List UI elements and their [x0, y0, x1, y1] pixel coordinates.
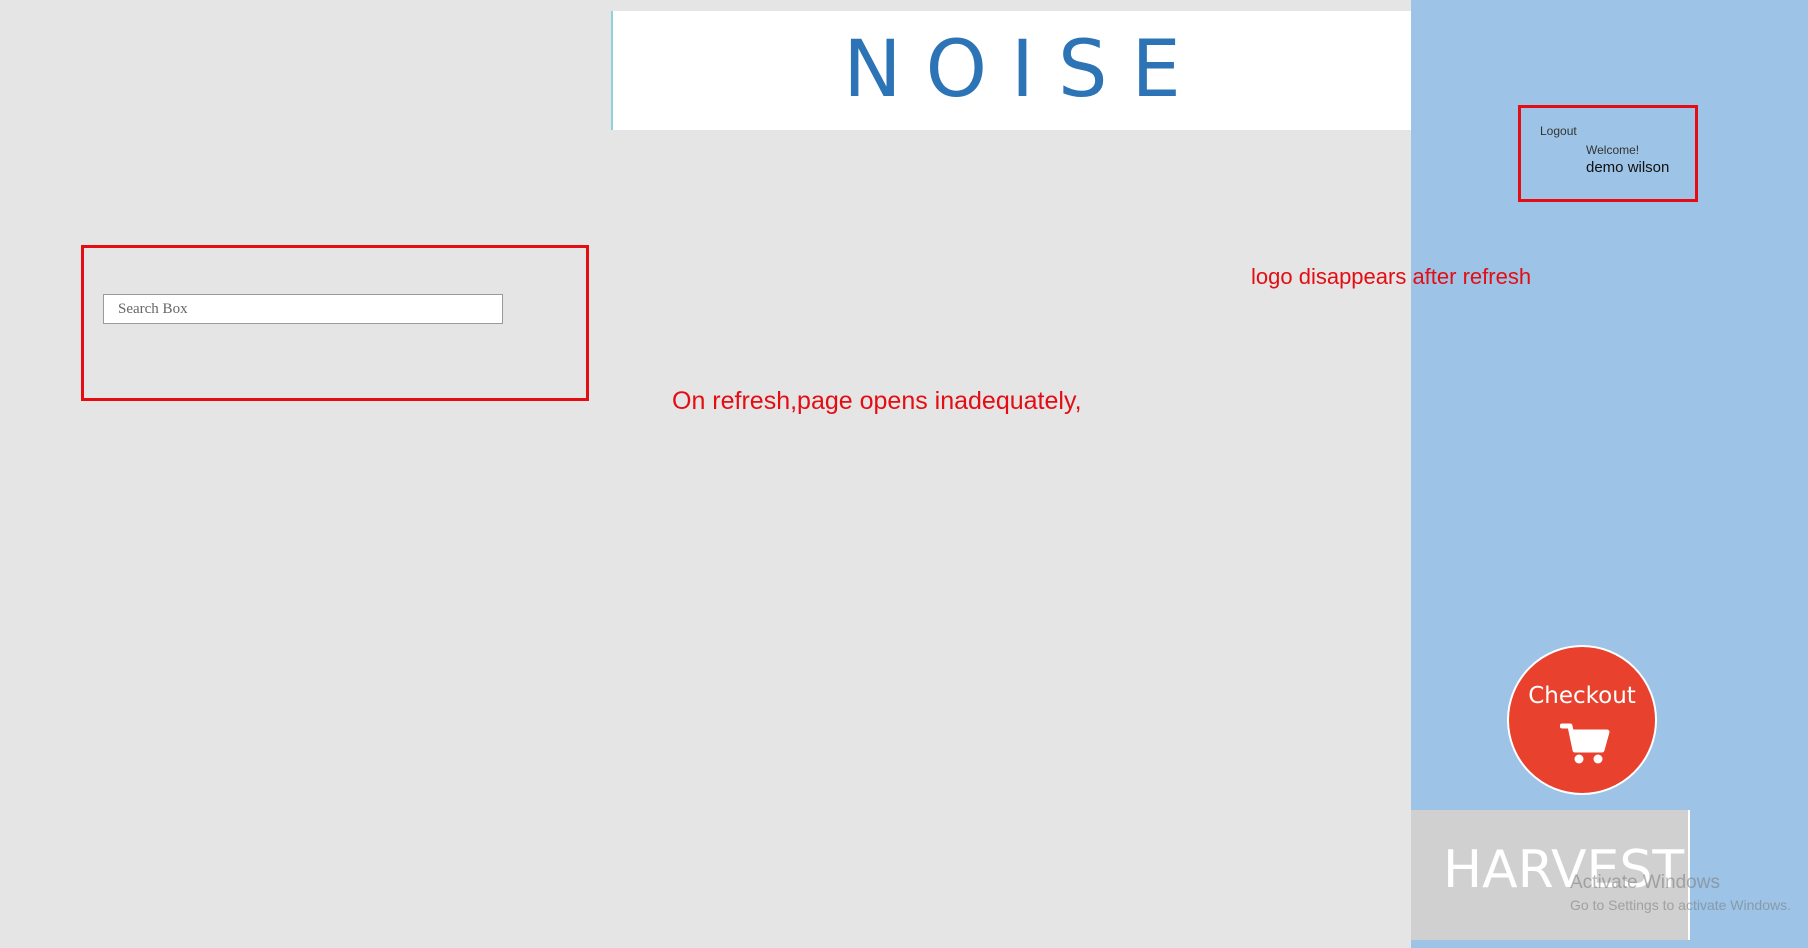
- activate-windows-title: Activate Windows: [1570, 872, 1720, 893]
- logout-link[interactable]: Logout: [1540, 124, 1577, 138]
- user-name: demo wilson: [1586, 159, 1670, 176]
- header-logo-strip: NOISE: [611, 11, 1411, 130]
- cart-icon: [1560, 723, 1610, 764]
- annotation-note-refresh: On refresh,page opens inadequately,: [672, 387, 1082, 415]
- brand-logo-text: NOISE: [843, 25, 1205, 115]
- welcome-label: Welcome!: [1586, 143, 1640, 157]
- checkout-label: Checkout: [1528, 683, 1636, 709]
- search-input[interactable]: [103, 294, 503, 324]
- checkout-button[interactable]: Checkout: [1507, 645, 1657, 795]
- activate-windows-subtitle: Go to Settings to activate Windows.: [1570, 897, 1791, 913]
- annotation-note-logo: logo disappears after refresh: [1251, 264, 1532, 289]
